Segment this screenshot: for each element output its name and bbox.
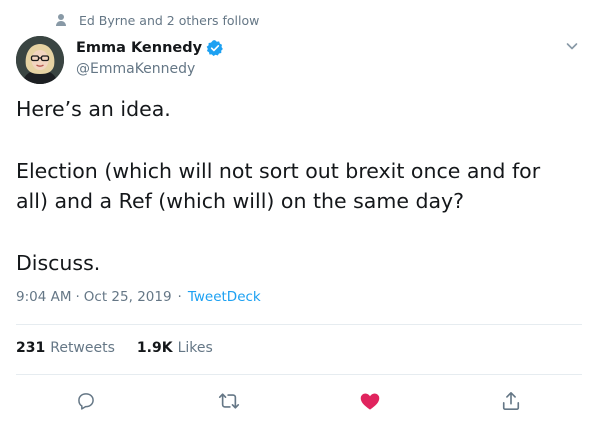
retweets-count: 231: [16, 340, 46, 356]
divider: [16, 324, 582, 325]
tweet-text: Here’s an idea. Election (which will not…: [16, 94, 576, 278]
retweets-stat[interactable]: 231 Retweets: [16, 340, 115, 356]
chevron-down-icon[interactable]: [564, 38, 580, 54]
person-icon: [55, 12, 71, 28]
meta-separator: ·: [177, 289, 182, 305]
tweet-actions: [0, 386, 598, 416]
social-context[interactable]: Ed Byrne and 2 others follow: [55, 11, 259, 29]
social-context-text: Ed Byrne and 2 others follow: [79, 12, 260, 28]
meta-separator: ·: [75, 289, 80, 305]
reply-icon[interactable]: [74, 389, 98, 413]
author-handle[interactable]: @EmmaKennedy: [76, 61, 195, 77]
tweet-date[interactable]: Oct 25, 2019: [84, 289, 172, 305]
divider: [16, 374, 582, 375]
tweet-source-link[interactable]: TweetDeck: [188, 289, 261, 305]
author-name[interactable]: Emma Kennedy: [76, 39, 224, 57]
likes-stat[interactable]: 1.9K Likes: [137, 340, 213, 356]
likes-label: Likes: [177, 340, 213, 356]
likes-count: 1.9K: [136, 340, 173, 356]
retweets-label: Retweets: [50, 340, 115, 356]
tweet-stats: 231 Retweets 1.9K Likes: [16, 340, 213, 356]
tweet-paragraph: Here’s an idea.: [16, 97, 171, 121]
avatar[interactable]: [16, 36, 64, 84]
tweet-time[interactable]: 9:04 AM: [16, 289, 72, 305]
verified-badge-icon: [206, 39, 224, 57]
author-name-text: Emma Kennedy: [76, 40, 203, 56]
tweet-meta: 9:04 AM · Oct 25, 2019 · TweetDeck: [16, 289, 261, 305]
like-icon[interactable]: [358, 389, 382, 413]
share-icon[interactable]: [499, 389, 523, 413]
tweet-paragraph: Election (which will not sort out brexit…: [16, 159, 541, 213]
tweet-paragraph: Discuss.: [16, 251, 101, 275]
retweet-icon[interactable]: [217, 389, 241, 413]
